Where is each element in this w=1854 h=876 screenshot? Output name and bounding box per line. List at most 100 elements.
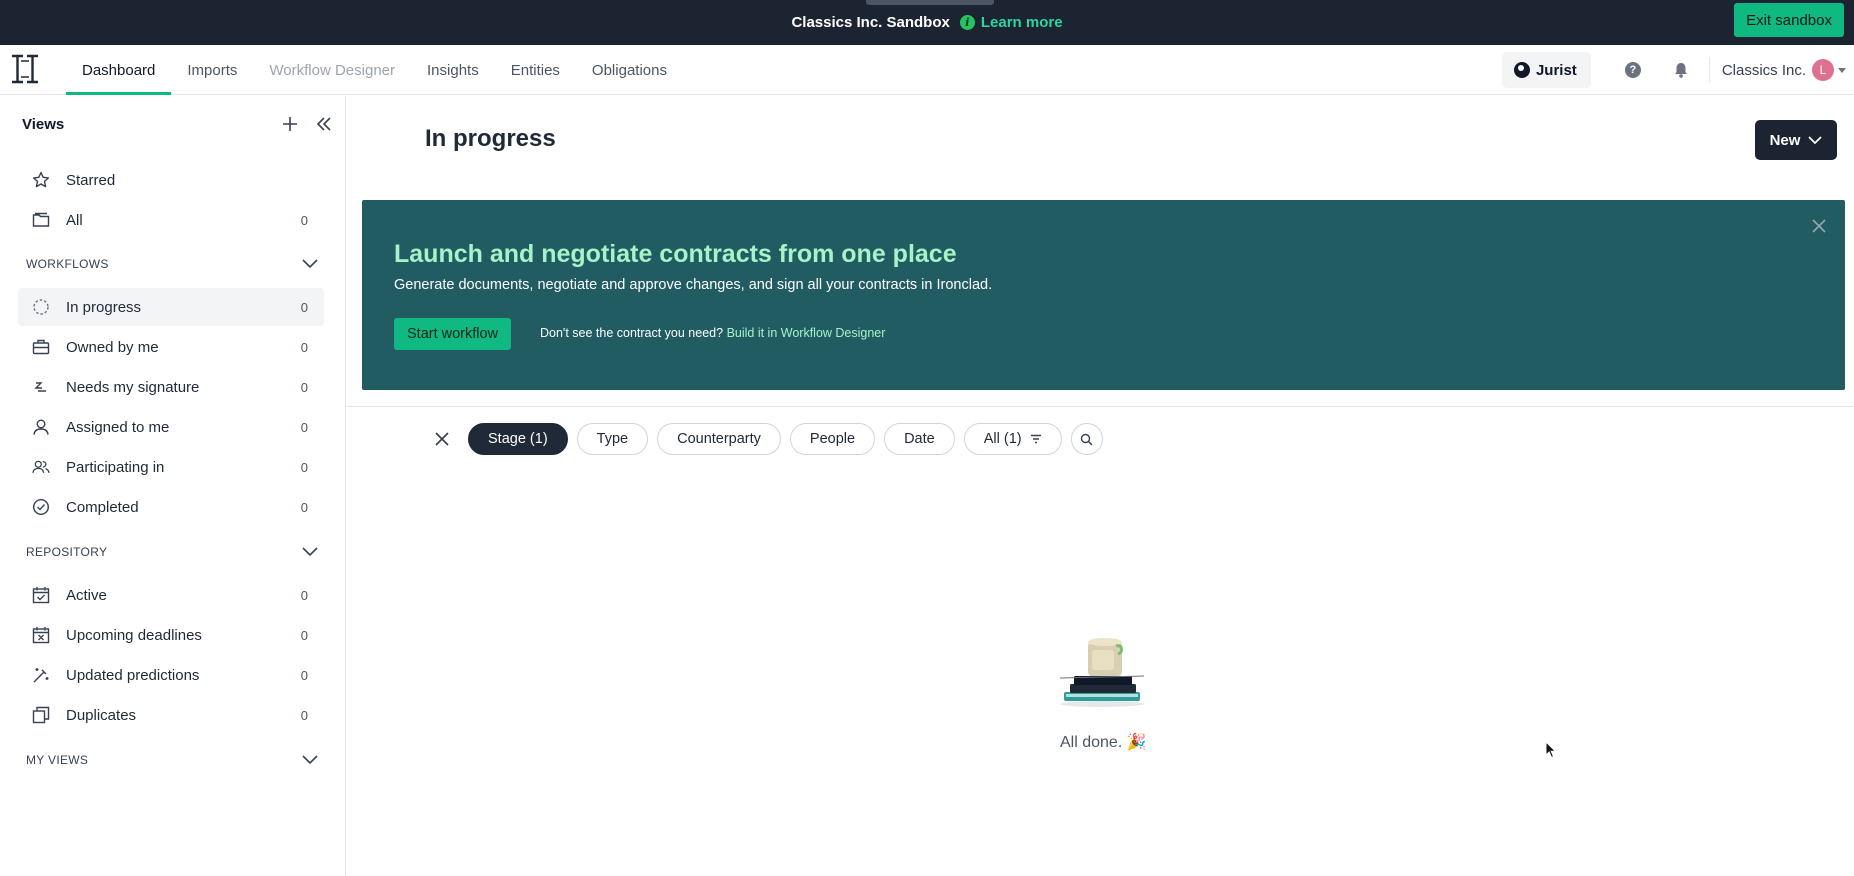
sidebar-item-count: 0	[300, 499, 308, 515]
star-icon	[32, 171, 50, 189]
sidebar-item-duplicates[interactable]: Duplicates 0	[18, 696, 324, 734]
users-icon	[32, 458, 50, 476]
filter-type[interactable]: Type	[576, 423, 649, 455]
tab-workflow-designer[interactable]: Workflow Designer	[253, 45, 411, 95]
sidebar-item-count: 0	[300, 299, 308, 315]
ironclad-logo-icon[interactable]	[10, 53, 40, 85]
collapse-sidebar-icon[interactable]	[316, 116, 332, 132]
sidebar-item-active[interactable]: Active 0	[18, 576, 324, 614]
nav-tabs: Dashboard Imports Workflow Designer Insi…	[66, 45, 683, 95]
learn-more-link[interactable]: i Learn more	[959, 14, 1063, 31]
workflow-designer-link[interactable]: Build it in Workflow Designer	[727, 326, 886, 340]
sandbox-center: Classics Inc. Sandbox i Learn more	[0, 0, 1854, 45]
tab-obligations[interactable]: Obligations	[576, 45, 683, 95]
sidebar-item-count: 0	[300, 707, 308, 723]
filter-all[interactable]: All (1)	[963, 423, 1062, 455]
filter-stage[interactable]: Stage (1)	[468, 423, 568, 455]
views-header: Views	[22, 106, 332, 142]
top-navigation: Dashboard Imports Workflow Designer Insi…	[0, 45, 1854, 95]
sandbox-bar: Classics Inc. Sandbox i Learn more Exit …	[0, 0, 1854, 45]
banner-hint-text: Don't see the contract you need?	[540, 326, 724, 340]
views-actions	[282, 116, 332, 132]
new-button[interactable]: New	[1755, 120, 1837, 160]
section-label: MY VIEWS	[26, 753, 89, 767]
banner-hint: Don't see the contract you need? Build i…	[540, 326, 885, 340]
chevron-down-icon[interactable]	[1838, 67, 1846, 73]
sidebar-item-label: Completed	[66, 498, 139, 516]
nav-divider	[1708, 57, 1710, 83]
sidebar-item-all[interactable]: All 0	[18, 201, 324, 239]
tab-dashboard[interactable]: Dashboard	[66, 45, 172, 95]
filter-icon	[1030, 434, 1041, 444]
views-title: Views	[22, 115, 65, 133]
search-icon	[1080, 433, 1093, 445]
filter-people[interactable]: People	[789, 423, 876, 455]
sidebar-item-label: Needs my signature	[66, 378, 200, 396]
check-circle-icon	[32, 498, 50, 516]
sidebar: Views Starred All 0 WORKFLOWS In progres…	[0, 96, 346, 876]
my-views-section-header[interactable]: MY VIEWS	[26, 748, 318, 772]
sidebar-item-count: 0	[300, 587, 308, 603]
sidebar-item-upcoming-deadlines[interactable]: Upcoming deadlines 0	[18, 616, 324, 654]
info-icon: i	[959, 15, 975, 30]
notifications-button[interactable]	[1657, 45, 1705, 95]
exit-sandbox-button[interactable]: Exit sandbox	[1734, 3, 1844, 37]
sidebar-item-count: 0	[300, 212, 308, 228]
sidebar-item-label: Upcoming deadlines	[66, 626, 202, 644]
help-button[interactable]: ?	[1609, 45, 1657, 95]
briefcase-icon	[32, 338, 50, 356]
sidebar-item-label: Updated predictions	[66, 666, 200, 684]
sidebar-item-assigned-to-me[interactable]: Assigned to me 0	[18, 408, 324, 446]
jurist-button[interactable]: Jurist	[1501, 52, 1591, 88]
clear-filters-button[interactable]	[428, 425, 456, 453]
chevron-down-icon	[302, 547, 318, 557]
page-title: In progress	[425, 125, 556, 152]
filter-counterparty[interactable]: Counterparty	[657, 423, 781, 455]
user-icon	[32, 418, 50, 436]
banner-subtitle: Generate documents, negotiate and approv…	[394, 277, 993, 293]
sidebar-item-count: 0	[300, 419, 308, 435]
sidebar-item-count: 0	[300, 339, 308, 355]
sidebar-item-completed[interactable]: Completed 0	[18, 488, 324, 526]
help-icon: ?	[1624, 62, 1641, 78]
filter-label: All (1)	[983, 431, 1022, 447]
filter-label: Stage (1)	[488, 431, 548, 447]
filter-date[interactable]: Date	[884, 423, 955, 455]
calendar-x-icon	[32, 626, 50, 644]
magic-wand-icon	[32, 666, 50, 684]
sidebar-item-count: 0	[300, 627, 308, 643]
sidebar-item-updated-predictions[interactable]: Updated predictions 0	[18, 656, 324, 694]
sidebar-item-label: Participating in	[66, 458, 165, 476]
nav-right: Jurist ? Classics Inc. L	[1501, 45, 1854, 95]
workflows-section-header[interactable]: WORKFLOWS	[26, 252, 318, 276]
tab-insights[interactable]: Insights	[411, 45, 495, 95]
sidebar-item-starred[interactable]: Starred	[18, 161, 324, 199]
tab-imports[interactable]: Imports	[171, 45, 253, 95]
avatar[interactable]: L	[1812, 59, 1834, 81]
filter-label: People	[809, 431, 856, 447]
section-label: WORKFLOWS	[26, 257, 109, 271]
jurist-icon	[1513, 62, 1530, 78]
sidebar-item-count: 0	[300, 379, 308, 395]
new-button-label: New	[1769, 131, 1801, 149]
close-icon[interactable]	[1811, 218, 1827, 234]
search-button[interactable]	[1070, 423, 1103, 455]
sidebar-item-label: Assigned to me	[66, 418, 170, 436]
repository-section-header[interactable]: REPOSITORY	[26, 540, 318, 564]
learn-more-label: Learn more	[980, 14, 1063, 31]
sidebar-item-count: 0	[300, 459, 308, 475]
sidebar-item-label: Starred	[66, 171, 116, 189]
start-workflow-button[interactable]: Start workflow	[394, 318, 512, 350]
sidebar-item-needs-my-signature[interactable]: Needs my signature 0	[18, 368, 324, 406]
divider	[346, 406, 1854, 407]
mouse-cursor-icon	[1545, 741, 1557, 759]
org-name[interactable]: Classics Inc.	[1722, 62, 1806, 79]
sidebar-item-participating-in[interactable]: Participating in 0	[18, 448, 324, 486]
plus-icon[interactable]	[282, 116, 298, 132]
sidebar-item-owned-by-me[interactable]: Owned by me 0	[18, 328, 324, 366]
signature-icon	[32, 378, 50, 396]
sidebar-item-in-progress[interactable]: In progress 0	[18, 288, 324, 326]
tab-entities[interactable]: Entities	[495, 45, 576, 95]
sidebar-item-label: All	[66, 211, 83, 229]
sandbox-title: Classics Inc. Sandbox	[791, 14, 950, 31]
